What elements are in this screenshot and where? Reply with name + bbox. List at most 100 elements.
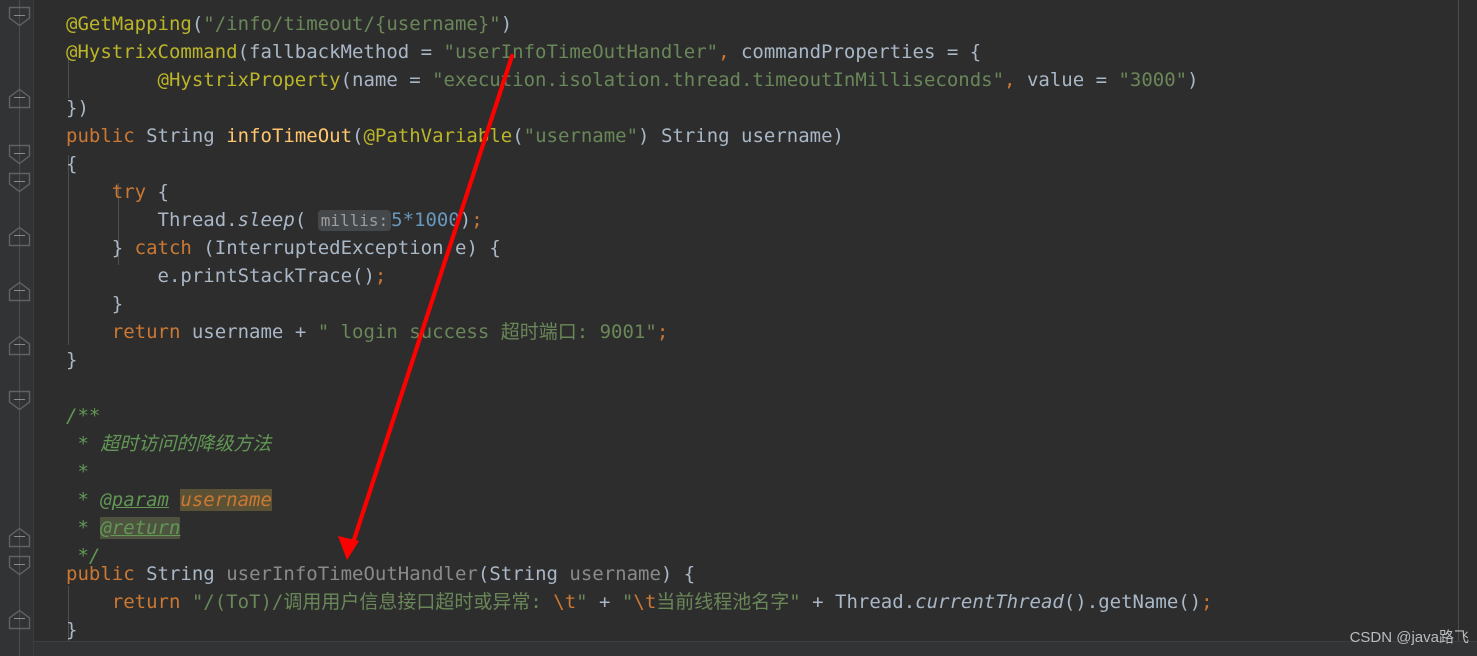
fold-marker-up-icon[interactable] [8, 527, 31, 548]
fallback-method-value: "userInfoTimeOutHandler" [443, 41, 719, 63]
annotation-path-variable: @PathVariable [363, 125, 513, 147]
property-name-key: name [352, 69, 398, 91]
fallback-method-key: fallbackMethod [249, 41, 410, 63]
fold-down-shape [8, 144, 31, 165]
fold-up-shape [8, 88, 31, 109]
code-line[interactable]: @GetMapping("/info/timeout/{username}") [66, 10, 512, 38]
punct: ) [832, 125, 844, 147]
editor-gutter[interactable] [0, 0, 34, 656]
code-line[interactable]: { [66, 150, 77, 178]
annotation-hystrix-property: @HystrixProperty [157, 69, 341, 91]
fold-marker-down-icon[interactable] [8, 172, 31, 193]
fold-marker-up-icon[interactable] [8, 226, 31, 247]
punct: ) [459, 209, 472, 231]
fold-up-shape [8, 281, 31, 302]
code-line[interactable]: try { [66, 178, 169, 206]
sp [66, 591, 112, 613]
code-line[interactable]: * @return [66, 514, 181, 542]
sp [66, 237, 112, 259]
code-line[interactable]: @HystrixCommand(fallbackMethod = "userIn… [66, 38, 981, 66]
fold-dash [14, 97, 25, 98]
punct: (). [1063, 591, 1099, 613]
code-line[interactable]: } [66, 616, 77, 644]
property-name-value: "execution.isolation.thread.timeoutInMil… [432, 69, 1005, 91]
kw-catch: catch [134, 237, 192, 259]
type-string: String [660, 125, 730, 147]
code-line[interactable]: } [66, 346, 77, 374]
code-text-area[interactable]: @GetMapping("/info/timeout/{username}") … [34, 0, 1477, 656]
sleep-argument: 5*1000 [391, 209, 460, 231]
code-line[interactable]: /** [66, 402, 100, 430]
punct: ( [191, 237, 215, 259]
fold-up-shape [8, 335, 31, 356]
sp [66, 293, 112, 315]
code-line[interactable]: @HystrixProperty(name = "execution.isola… [66, 66, 1199, 94]
kw-return: return [111, 591, 181, 613]
bottom-strip [34, 642, 1477, 656]
fold-marker-up-icon[interactable] [8, 609, 31, 630]
code-editor[interactable]: @GetMapping("/info/timeout/{username}") … [0, 0, 1477, 656]
code-line[interactable]: * @param username [66, 486, 272, 514]
fold-marker-down-icon[interactable] [8, 6, 31, 27]
class-thread: Thread [835, 591, 904, 613]
punct: ) [1187, 69, 1199, 91]
punct: ( [352, 125, 364, 147]
punct: ) { [660, 563, 696, 585]
sp [66, 181, 112, 203]
kw-return: return [111, 321, 181, 343]
fold-dash [14, 536, 25, 537]
code-line[interactable]: Thread.sleep( millis: 5*1000); [66, 206, 483, 234]
fold-marker-up-icon[interactable] [8, 281, 31, 302]
javadoc-return-tag: @return [100, 517, 181, 539]
escape-tab: \t [553, 591, 577, 613]
sp [180, 321, 191, 343]
fold-marker-up-icon[interactable] [8, 88, 31, 109]
punct: { [146, 181, 169, 203]
fold-dash [14, 15, 25, 16]
sp [730, 125, 741, 147]
punct: = [409, 41, 444, 63]
punct: { [66, 153, 78, 175]
code-line[interactable]: return username + " login success 超时端口: … [66, 318, 669, 346]
code-line[interactable]: * 超时访问的降级方法 [66, 430, 271, 458]
method-fallback-handler: userInfoTimeOutHandler [226, 563, 478, 585]
punct: ( [237, 41, 250, 63]
fold-dash [14, 290, 25, 291]
param-username: username [569, 563, 661, 585]
fold-marker-down-icon[interactable] [8, 555, 31, 576]
method-get-name: getName [1098, 591, 1179, 613]
code-line[interactable]: }) [66, 94, 89, 122]
punct: ( [477, 563, 490, 585]
fold-marker-down-icon[interactable] [8, 390, 31, 411]
fold-down-shape [8, 390, 31, 411]
punct: . [226, 209, 238, 231]
fold-marker-down-icon[interactable] [8, 144, 31, 165]
code-line[interactable]: } [66, 290, 123, 318]
csdn-watermark: CSDN @java路飞 [1349, 629, 1469, 646]
punct: ; [656, 321, 669, 343]
punct: } [66, 619, 78, 641]
sp [66, 209, 158, 231]
kw-public: public [66, 125, 135, 147]
punct: ( [340, 69, 352, 91]
fold-down-shape [8, 555, 31, 576]
javadoc-param-tag: @param [100, 489, 169, 511]
code-line[interactable]: public String userInfoTimeOutHandler(Str… [66, 560, 695, 588]
punct: ; [374, 265, 387, 287]
fold-dash [14, 153, 25, 154]
code-line[interactable]: } catch (InterruptedException e) { [66, 234, 501, 262]
punct: ; [1201, 591, 1213, 613]
login-success-string: " login success 超时端口: 9001" [317, 321, 657, 343]
code-line[interactable]: * [66, 458, 88, 486]
code-line[interactable]: return "/(ToT)/调用用户信息接口超时或异常: \t" + "\t当… [66, 588, 1213, 616]
code-line[interactable]: e.printStackTrace(); [66, 262, 387, 290]
code-line[interactable]: public String infoTimeOut(@PathVariable(… [66, 122, 844, 150]
sp [215, 563, 226, 585]
class-thread: Thread [157, 209, 227, 231]
punct: () [352, 265, 375, 287]
fold-down-shape [8, 172, 31, 193]
punct: ) [638, 125, 661, 147]
javadoc-star: * [66, 489, 101, 511]
fold-marker-up-icon[interactable] [8, 335, 31, 356]
annotation-get-mapping: @GetMapping [66, 13, 192, 35]
